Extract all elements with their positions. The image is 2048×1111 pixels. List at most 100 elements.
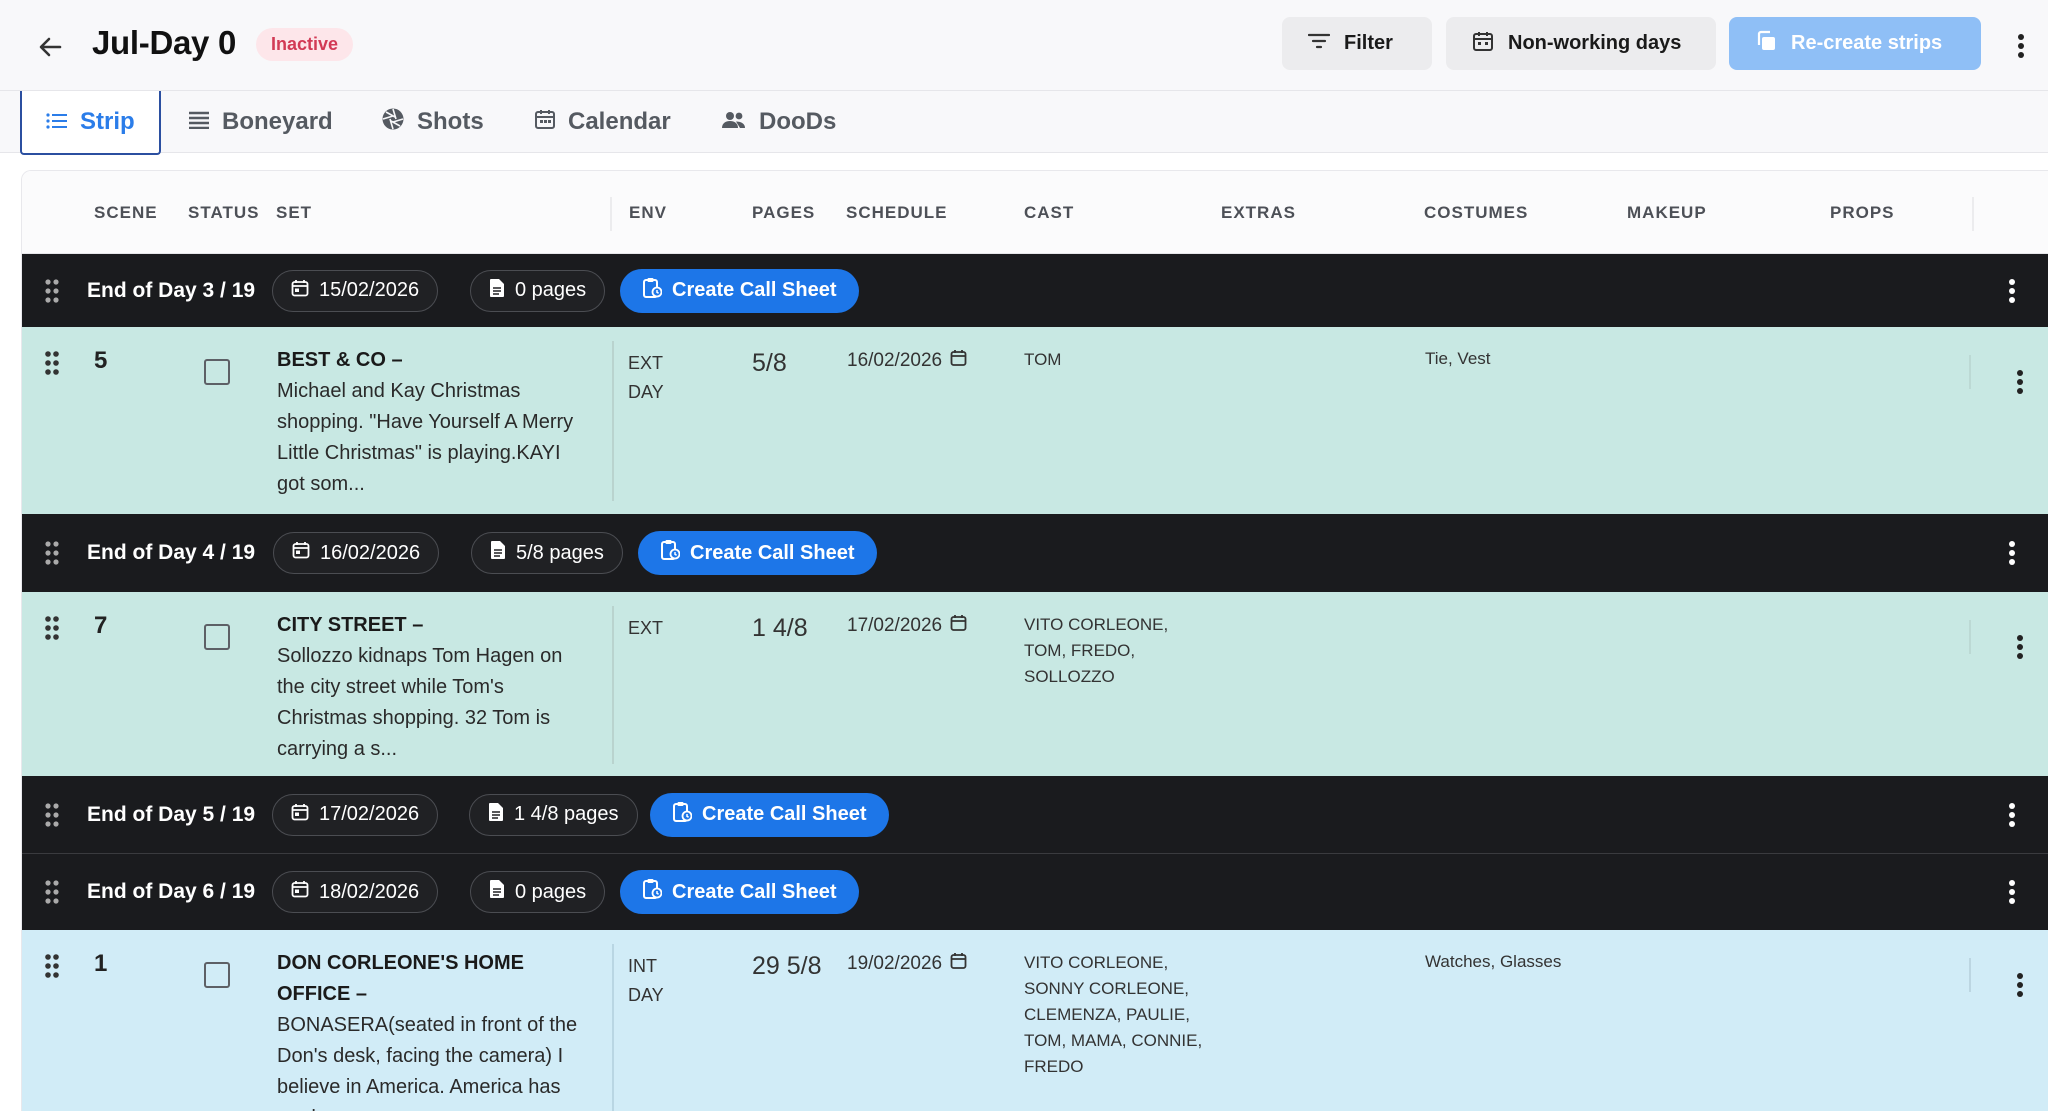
non-working-days-button[interactable]: Non-working days bbox=[1446, 17, 1716, 70]
set-title: BEST & CO – bbox=[277, 349, 403, 371]
filter-button[interactable]: Filter bbox=[1282, 17, 1432, 70]
day-date-chip[interactable]: 17/02/2026 bbox=[272, 793, 439, 836]
scene-row[interactable]: 5 BEST & CO – Michael and Kay Christmas … bbox=[22, 327, 2048, 514]
column-divider[interactable] bbox=[1972, 197, 1974, 231]
document-icon bbox=[490, 540, 506, 566]
col-header-scene[interactable]: SCENE bbox=[94, 203, 158, 223]
col-header-props[interactable]: PROPS bbox=[1830, 203, 1895, 223]
schedule-date: 17/02/2026 bbox=[847, 615, 943, 636]
drag-handle-icon[interactable] bbox=[42, 614, 62, 642]
col-header-schedule[interactable]: SCHEDULE bbox=[846, 203, 948, 223]
drag-handle-icon[interactable] bbox=[42, 349, 62, 377]
day-pages-chip: 0 pages bbox=[470, 269, 606, 312]
tab-doods[interactable]: DooDs bbox=[721, 91, 836, 153]
env-line: EXT bbox=[628, 618, 664, 638]
status-badge: Inactive bbox=[256, 28, 354, 61]
tab-label: Calendar bbox=[568, 108, 671, 135]
column-divider[interactable] bbox=[610, 197, 612, 231]
col-header-status[interactable]: STATUS bbox=[188, 203, 259, 223]
top-bar: Jul-Day 0 Inactive Filter Non-working da… bbox=[0, 0, 2048, 91]
people-icon bbox=[721, 108, 747, 136]
set-line: Michael and Kay Christmas bbox=[277, 380, 521, 402]
create-call-sheet-label: Create Call Sheet bbox=[672, 880, 837, 903]
tab-label: Strip bbox=[80, 108, 135, 135]
column-divider bbox=[1969, 958, 1971, 992]
col-header-extras[interactable]: EXTRAS bbox=[1221, 203, 1296, 223]
col-header-env[interactable]: ENV bbox=[629, 203, 667, 223]
calendar-edit-icon[interactable] bbox=[950, 614, 968, 638]
set-description: DON CORLEONE'S HOME OFFICE – BONASERA(se… bbox=[277, 948, 607, 1111]
col-header-costumes[interactable]: COSTUMES bbox=[1424, 203, 1528, 223]
more-options-icon[interactable] bbox=[2000, 800, 2024, 830]
create-call-sheet-label: Create Call Sheet bbox=[702, 803, 867, 825]
scene-number: 1 bbox=[94, 950, 108, 977]
more-options-icon[interactable] bbox=[2000, 276, 2024, 306]
day-date-chip[interactable]: 18/02/2026 bbox=[272, 871, 439, 913]
scene-row[interactable]: 7 CITY STREET – Sollozzo kidnaps Tom Hag… bbox=[22, 592, 2048, 776]
more-options-icon[interactable] bbox=[2008, 367, 2032, 397]
day-break-row: End of Day 6 / 19 18/02/2026 0 pages Cre… bbox=[22, 853, 2048, 930]
calendar-icon bbox=[534, 108, 556, 137]
tab-boneyard[interactable]: Boneyard bbox=[188, 91, 333, 153]
drag-handle-icon[interactable] bbox=[42, 539, 62, 567]
copy-icon bbox=[1755, 30, 1777, 58]
set-line: believe in America. America has bbox=[277, 1076, 561, 1098]
day-date: 15/02/2026 bbox=[319, 279, 420, 301]
column-divider bbox=[1969, 355, 1971, 389]
env-cell: EXT DAY bbox=[628, 349, 664, 407]
tab-strip[interactable]: Strip bbox=[20, 91, 161, 155]
filter-icon bbox=[1307, 32, 1331, 55]
more-options-icon[interactable] bbox=[2000, 877, 2024, 907]
drag-handle-icon[interactable] bbox=[42, 277, 62, 305]
column-divider bbox=[1969, 620, 1971, 654]
day-pages: 1 4/8 pages bbox=[514, 803, 619, 825]
schedule-cell[interactable]: 16/02/2026 bbox=[847, 349, 968, 373]
cast-line: VITO CORLEONE, bbox=[1024, 615, 1169, 634]
day-label: End of Day 4 / 19 bbox=[87, 541, 256, 564]
schedule-cell[interactable]: 17/02/2026 bbox=[847, 614, 968, 638]
tab-shots[interactable]: Shots bbox=[381, 91, 484, 153]
more-options-icon[interactable] bbox=[2006, 28, 2036, 64]
cast-line: TOM, FREDO, bbox=[1024, 641, 1136, 660]
create-call-sheet-button[interactable]: Create Call Sheet bbox=[620, 268, 859, 313]
create-call-sheet-button[interactable]: Create Call Sheet bbox=[620, 870, 859, 914]
status-checkbox[interactable] bbox=[204, 962, 230, 988]
more-options-icon[interactable] bbox=[2008, 632, 2032, 662]
day-pages-chip: 0 pages bbox=[470, 871, 606, 913]
back-arrow-icon[interactable] bbox=[34, 31, 66, 63]
clipboard-icon bbox=[672, 801, 693, 829]
schedule-cell[interactable]: 19/02/2026 bbox=[847, 952, 968, 976]
status-checkbox[interactable] bbox=[204, 624, 230, 650]
calendar-edit-icon[interactable] bbox=[950, 952, 968, 976]
set-description: CITY STREET – Sollozzo kidnaps Tom Hagen… bbox=[277, 610, 607, 765]
day-date-chip[interactable]: 15/02/2026 bbox=[272, 269, 439, 312]
scene-row[interactable]: 1 DON CORLEONE'S HOME OFFICE – BONASERA(… bbox=[22, 930, 2048, 1111]
create-call-sheet-button[interactable]: Create Call Sheet bbox=[650, 792, 889, 837]
cast-line: SOLLOZZO bbox=[1024, 667, 1115, 686]
create-call-sheet-button[interactable]: Create Call Sheet bbox=[638, 531, 877, 575]
pages-cell: 5/8 bbox=[752, 349, 787, 377]
status-checkbox[interactable] bbox=[204, 359, 230, 385]
calendar-edit-icon[interactable] bbox=[950, 349, 968, 373]
col-header-makeup[interactable]: MAKEUP bbox=[1627, 203, 1707, 223]
clipboard-icon bbox=[642, 878, 663, 906]
day-date-chip[interactable]: 16/02/2026 bbox=[273, 532, 440, 574]
env-line: INT bbox=[628, 956, 657, 976]
boneyard-icon bbox=[188, 108, 210, 136]
recreate-strips-button[interactable]: Re-create strips bbox=[1729, 17, 1981, 70]
tab-calendar[interactable]: Calendar bbox=[534, 91, 671, 153]
drag-handle-icon[interactable] bbox=[42, 952, 62, 980]
pages-cell: 29 5/8 bbox=[752, 952, 822, 980]
more-options-icon[interactable] bbox=[2000, 538, 2024, 568]
more-options-icon[interactable] bbox=[2008, 970, 2032, 1000]
scene-number: 7 bbox=[94, 612, 108, 639]
drag-handle-icon[interactable] bbox=[42, 878, 62, 906]
schedule-date: 16/02/2026 bbox=[847, 350, 943, 371]
filter-label: Filter bbox=[1344, 32, 1393, 54]
drag-handle-icon[interactable] bbox=[42, 801, 62, 829]
col-header-pages[interactable]: PAGES bbox=[752, 203, 815, 223]
day-pages-chip: 5/8 pages bbox=[471, 532, 623, 574]
cast-line: TOM, MAMA, CONNIE, bbox=[1024, 1031, 1203, 1050]
col-header-set[interactable]: SET bbox=[276, 203, 312, 223]
col-header-cast[interactable]: CAST bbox=[1024, 203, 1074, 223]
